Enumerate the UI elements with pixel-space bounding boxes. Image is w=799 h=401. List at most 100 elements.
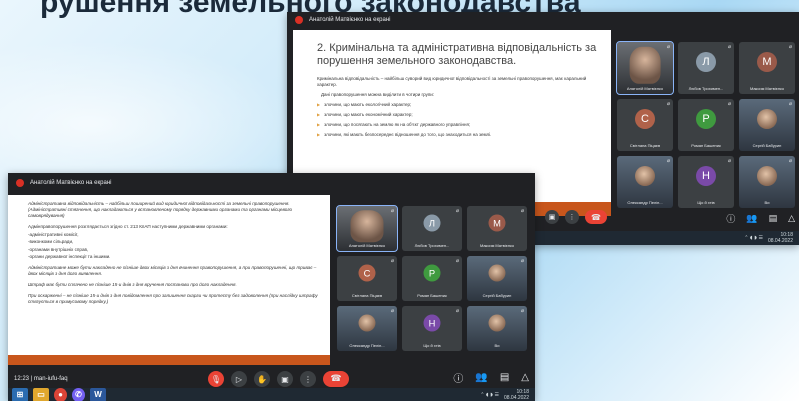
background-decoration: [0, 40, 300, 180]
participant-name: Ви: [764, 200, 770, 205]
participant-tile[interactable]: ⌀ Ви: [739, 156, 795, 208]
front-right-controls: ⓘ 👥 ▤ △: [453, 370, 529, 385]
viber-icon[interactable]: ✆: [72, 387, 85, 401]
mic-status-icon: ⌀: [455, 208, 459, 214]
mic-status-icon: ⌀: [788, 44, 792, 50]
participant-photo: [757, 108, 777, 129]
participant-tile[interactable]: ⌀ Анатолій Матвієнко: [336, 205, 398, 252]
mic-off-icon[interactable]: 🎙: [208, 371, 224, 387]
chat-icon[interactable]: ▤: [769, 214, 778, 224]
mic-status-icon: ⌀: [727, 101, 731, 107]
word-icon[interactable]: W: [90, 387, 106, 401]
participant-tile[interactable]: ⌀ Сергій Бабурин: [739, 99, 795, 151]
present-icon[interactable]: ▣: [545, 210, 559, 224]
list-item: ▶ злочини, що мають екологічний характер;: [317, 102, 602, 108]
text-line: При оскарженні – не пізніше 15-и днів з …: [28, 293, 318, 304]
back-right-controls: ⓘ 👥 ▤ △: [726, 212, 795, 226]
participant-tile[interactable]: С ⌀ Світлана Піцаєв: [617, 99, 673, 151]
end-call-icon[interactable]: ☎: [585, 210, 607, 224]
list-item: ▶ злочини, що мають економічний характер;: [317, 112, 602, 118]
text-line: -органами внутрішніх справ,: [28, 246, 89, 252]
avatar: С: [635, 108, 655, 129]
chrome-icon[interactable]: ●: [54, 387, 67, 401]
mic-status-icon: ⌀: [520, 208, 524, 214]
meeting-info: 12:23 | man-iufu-faq: [14, 376, 68, 382]
participant-photo: [358, 314, 376, 332]
participant-name: Любов Трохимен...: [414, 243, 450, 248]
back-presentation-title: 2. Кримінальна та адміністративна відпов…: [317, 42, 597, 67]
participant-tile[interactable]: Л ⌀ Любов Трохимен...: [678, 42, 734, 94]
participant-tile[interactable]: Р ⌀ Роман Башеник: [678, 99, 734, 151]
back-presenter-bar: Анатолій Матвієнко на екрані: [287, 12, 799, 28]
mic-status-icon: ⌀: [390, 208, 394, 214]
participant-tile[interactable]: ⌀ Олександр Пеліп...: [617, 156, 673, 208]
participant-name: Ви: [494, 343, 500, 348]
mic-status-icon: ⌀: [666, 101, 670, 107]
end-call-icon[interactable]: ☎: [323, 371, 349, 387]
folder-icon[interactable]: ▭: [33, 387, 49, 401]
avatar: Р: [423, 264, 441, 282]
back-presenter-label: Анатолій Матвієнко на екрані: [309, 17, 391, 23]
participant-tile[interactable]: М ⌀ Максим Матвієнко: [467, 206, 527, 251]
activities-icon[interactable]: △: [521, 372, 529, 383]
participant-tile[interactable]: Л ⌀ Любов Трохимен...: [402, 206, 462, 251]
participant-name: Світлана Піцаєв: [351, 293, 383, 298]
mic-status-icon: ⌀: [520, 258, 524, 264]
present-icon[interactable]: ▣: [277, 371, 293, 387]
text-line: -органи державної інспекції та іншими.: [28, 254, 111, 259]
participant-tile[interactable]: ⌀ Сергій Бабурин: [467, 256, 527, 301]
participant-name: Сергій Бабурин: [482, 293, 512, 298]
windows-taskbar: ⊞ ▭ ● ✆ W ⌃ ◖ ◗ ☰ 10:18 08.04.2022: [8, 387, 535, 401]
back-participant-grid: ⌀ Анатолій Матвієнко Л ⌀ Любов Трохимен... М ⌀…: [616, 41, 795, 212]
more-options-icon[interactable]: ⋮: [565, 210, 579, 224]
mic-status-icon: ⌀: [666, 158, 670, 164]
participant-tile[interactable]: М ⌀ Максим Матвієнко: [739, 42, 795, 94]
avatar: Р: [696, 108, 716, 129]
people-icon[interactable]: 👥: [475, 372, 487, 383]
list-item-text: злочини, що мають екологічний характер;: [324, 102, 412, 107]
text-line: -адміністративні комісії,: [28, 231, 79, 237]
participant-photo: [635, 165, 655, 186]
text-line: Штраф має бути сплачено не пізніше 15-и …: [28, 282, 237, 287]
front-meeting-window: Анатолій Матвієнко на екрані Адміністрат…: [8, 173, 535, 401]
participant-tile[interactable]: ⌀ Анатолій Матвієнко: [616, 41, 674, 95]
participant-tile[interactable]: Н ⌀ Що й хтів: [678, 156, 734, 208]
start-icon[interactable]: ⊞: [12, 387, 28, 401]
chat-icon[interactable]: ▤: [500, 372, 509, 383]
participant-tile[interactable]: С ⌀ Світлана Піцаєв: [337, 256, 397, 301]
participant-name: Сергій Бабурин: [752, 143, 782, 148]
list-item-text: злочини, які мають безпосереднє відношен…: [324, 132, 492, 137]
activities-icon[interactable]: △: [788, 214, 795, 224]
participant-name: Світлана Піцаєв: [629, 143, 661, 148]
people-icon[interactable]: 👥: [746, 214, 757, 224]
participant-name: Максим Матвієнко: [479, 243, 515, 248]
participant-tile[interactable]: ⌀ Олександр Пеліп...: [337, 306, 397, 351]
info-icon[interactable]: ⓘ: [453, 370, 463, 385]
bullet-icon: ▶: [317, 122, 321, 127]
participant-tile[interactable]: Н ⌀ Що й хтів: [402, 306, 462, 351]
list-item: ▶ злочини, що посягають на землю як на об…: [317, 122, 602, 128]
participant-name: Що й хтів: [423, 343, 441, 348]
more-options-icon[interactable]: ⋮: [300, 371, 316, 387]
info-icon[interactable]: ⓘ: [726, 212, 735, 225]
participant-name: Олександр Пеліп...: [627, 200, 663, 205]
text-line: Адміністративна відповідальність – найбі…: [28, 201, 293, 218]
avatar: Л: [696, 51, 716, 72]
participant-photo: [488, 264, 506, 282]
back-list: ▶ злочини, що мають екологічний характер;…: [317, 102, 602, 142]
participant-name: Максим Матвієнко: [749, 86, 785, 91]
back-paragraph-1: Кримінальна відповідальність – найбільш …: [317, 76, 587, 87]
raise-hand-icon[interactable]: ✋: [254, 371, 270, 387]
mic-status-icon: ⌀: [520, 308, 524, 314]
camera-icon[interactable]: ▷: [231, 371, 247, 387]
mic-status-icon: ⌀: [455, 308, 459, 314]
participant-photo: [629, 47, 661, 84]
participant-name: Анатолій Матвієнко: [348, 243, 386, 248]
mic-status-icon: ⌀: [390, 308, 394, 314]
participant-tile[interactable]: Р ⌀ Роман Башеник: [402, 256, 462, 301]
participant-name: Роман Башеник: [417, 293, 447, 298]
tray-icons: ⌃ ◖ ◗ ☰: [744, 235, 763, 241]
mic-status-icon: ⌀: [390, 258, 394, 264]
participant-tile[interactable]: ⌀ Ви: [467, 306, 527, 351]
text-line: Адмінправопорушення розглядається згідно…: [28, 224, 228, 229]
